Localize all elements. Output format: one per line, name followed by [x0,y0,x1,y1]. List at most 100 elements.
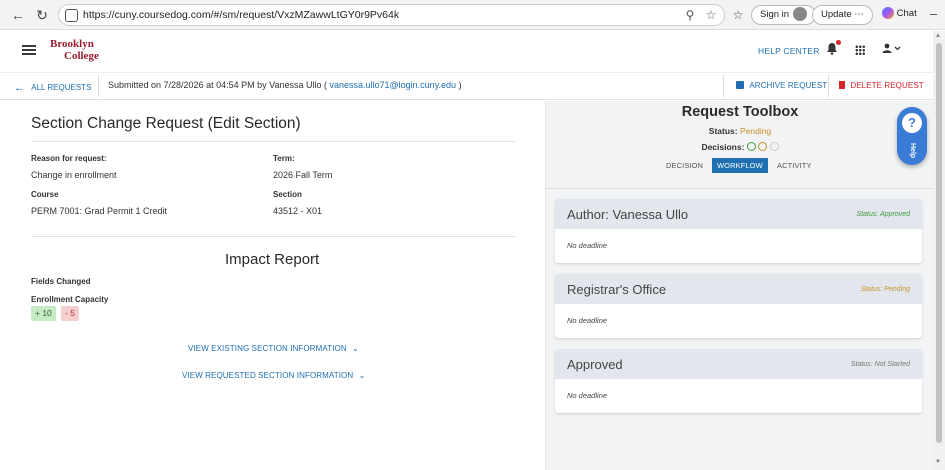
help-label: Help [909,143,916,159]
update-button[interactable]: Update ⋯ [812,5,873,25]
notification-bell-icon[interactable] [826,40,841,56]
tab-activity[interactable]: ACTIVITY [777,161,812,170]
request-details-panel: Section Change Request (Edit Section) Re… [0,101,545,470]
update-label: Update [821,9,852,20]
workflow-step-card[interactable]: Registrar's Office Status: Pending No de… [555,274,922,338]
submitter-email-link[interactable]: vanessa.ullo71@login.cuny.edu [329,80,456,90]
reload-icon[interactable]: ↻ [34,7,50,23]
menu-icon[interactable] [22,45,36,55]
delete-request-button[interactable]: DELETE REQUEST [839,81,924,90]
divider [31,141,516,142]
scroll-up-icon[interactable]: ▲ [935,33,941,39]
workflow-step-deadline: No deadline [567,316,608,325]
status-value: Pending [739,126,772,136]
request-toolbox-panel: Request Toolbox Status: Pending Decision… [545,101,934,470]
back-arrow-icon[interactable]: ← [10,7,26,23]
sign-in-label: Sign in [760,9,790,20]
scroll-thumb[interactable] [936,43,942,443]
request-subheader: ← ALL REQUESTS Submitted on 7/28/2026 at… [0,72,933,100]
workflow-step-header: Approved Status: Not Started [555,349,922,379]
decision-pending-icon [758,142,768,151]
term-label: Term: [273,154,295,163]
reason-label: Reason for request: [31,154,107,163]
brooklyn-college-logo[interactable]: Brooklyn College [50,38,112,66]
profile-avatar-icon [793,7,808,22]
section-value: 43512 - X01 [273,206,323,216]
workflow-step-header: Registrar's Office Status: Pending [555,274,922,304]
workflow-step-status: Status: Not Started [850,361,910,368]
help-center-link[interactable]: HELP CENTER [758,46,820,56]
fields-changed-label: Fields Changed [31,277,91,286]
question-mark-icon: ? [902,113,922,133]
view-requested-label: VIEW REQUESTED SECTION INFORMATION [182,371,354,380]
bookmark-star-icon[interactable]: ☆ [704,8,718,22]
page-scrollbar[interactable]: ▲ ▼ [933,31,945,470]
address-bar[interactable]: https://cuny.coursedog.com/#/sm/request/… [58,4,725,26]
workflow-step-deadline: No deadline [567,391,608,400]
minimize-icon[interactable]: – [930,6,937,21]
archive-request-button[interactable]: ARCHIVE REQUEST [736,81,827,90]
workflow-step-name: Author: Vanessa Ullo [567,207,689,222]
view-requested-section-toggle[interactable]: VIEW REQUESTED SECTION INFORMATION ⌄ [182,371,365,380]
scroll-down-icon[interactable]: ▼ [935,459,941,465]
removed-value-chip: - 5 [61,306,79,321]
course-label: Course [31,190,59,199]
divider [546,188,934,189]
copilot-icon [882,7,894,20]
more-dots-icon: ⋯ [854,9,864,20]
toolbox-title: Request Toolbox [681,104,799,120]
url-text[interactable]: https://cuny.coursedog.com/#/sm/request/… [83,9,399,21]
submitted-info: Submitted on 7/28/2026 at 04:54 PM by Va… [108,80,462,90]
help-button[interactable]: ? Help [897,107,927,165]
chat-button[interactable]: Chat [874,5,925,25]
user-menu-icon[interactable] [882,43,902,57]
submitted-suffix: ) [458,80,462,90]
browser-toolbar: ← ↻ https://cuny.coursedog.com/#/sm/requ… [0,0,945,30]
back-arrow-icon: ← [14,82,25,94]
view-existing-section-toggle[interactable]: VIEW EXISTING SECTION INFORMATION ⌄ [188,344,359,353]
all-requests-link[interactable]: ← ALL REQUESTS [14,81,92,94]
status-label: Status: [708,126,738,136]
decisions-label: Decisions: [701,142,745,152]
apps-grid-icon[interactable] [855,45,865,55]
workflow-step-deadline: No deadline [567,241,608,250]
submitted-prefix: Submitted on 7/28/2026 at 04:54 PM by Va… [108,80,327,90]
logo-line-2: College [64,50,99,62]
impact-report-title: Impact Report [225,251,320,268]
workflow-step-status: Status: Pending [860,286,910,293]
reason-value: Change in enrollment [31,170,117,180]
app-header: Brooklyn College HELP CENTER [0,31,933,71]
sign-in-button[interactable]: Sign in [751,5,817,25]
favorites-icon[interactable]: ☆ [730,7,746,23]
course-value: PERM 7001: Grad Permit 1 Credit [31,206,168,216]
site-info-icon[interactable] [65,9,78,22]
status-line: Status: Pending [546,126,934,136]
archive-icon [736,81,744,89]
term-value: 2026 Fall Term [273,170,333,180]
decision-not-started-icon [769,142,779,151]
divider [98,75,99,97]
trash-icon [839,81,845,89]
divider [31,236,516,237]
chevron-down-icon: ⌄ [358,371,366,380]
notification-dot [836,40,841,45]
divider [828,75,829,97]
all-requests-label: ALL REQUESTS [31,83,92,92]
decisions-line: Decisions: [546,142,934,152]
tab-workflow[interactable]: WORKFLOW [712,158,768,173]
workflow-step-status: Status: Approved [856,211,910,218]
workflow-step-card[interactable]: Author: Vanessa Ullo Status: Approved No… [555,199,922,263]
workflow-step-card[interactable]: Approved Status: Not Started No deadline [555,349,922,413]
delete-label: DELETE REQUEST [850,81,924,90]
workflow-step-name: Approved [567,357,623,372]
logo-line-1: Brooklyn [50,38,94,50]
chevron-down-icon: ⌄ [352,344,359,353]
view-existing-label: VIEW EXISTING SECTION INFORMATION [188,344,347,353]
zoom-icon[interactable]: ⚲ [683,8,697,22]
request-title: Section Change Request (Edit Section) [31,115,301,132]
section-label: Section [273,190,302,199]
archive-label: ARCHIVE REQUEST [749,81,828,90]
decision-approved-icon [746,142,756,151]
divider [723,75,724,97]
tab-decision[interactable]: DECISION [666,161,703,170]
